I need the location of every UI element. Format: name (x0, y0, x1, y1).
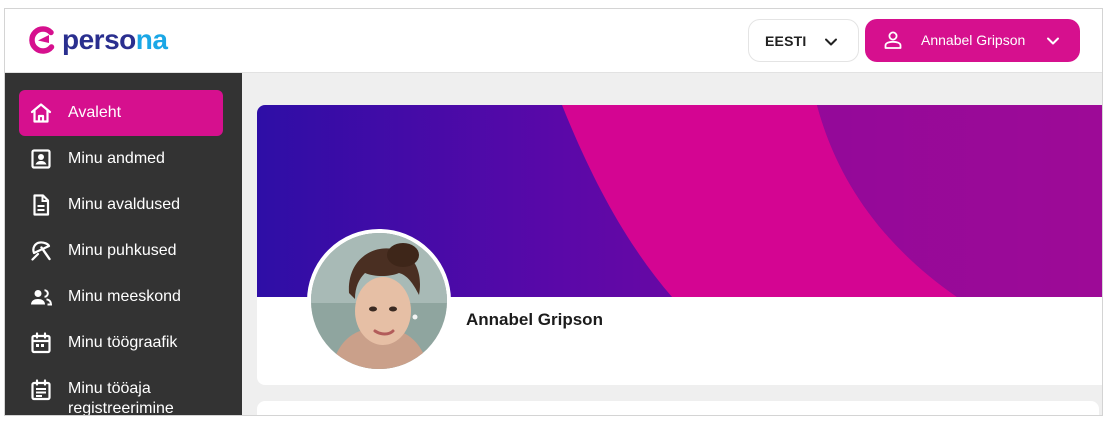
top-header: persona EESTI Annabel Gripson (5, 9, 1102, 73)
sidebar-item-label: Minu meeskond (68, 288, 181, 305)
team-icon (31, 289, 53, 306)
sidebar-item-label: Minu avaldused (68, 196, 181, 213)
brand-name-part2: na (135, 24, 168, 55)
sidebar-item-minu-toograafik[interactable]: Minu töögraafik (19, 320, 223, 366)
chevron-down-icon (825, 38, 837, 46)
profile-photo (307, 229, 451, 373)
sidebar-item-label: Avaleht (68, 104, 122, 121)
profile-card-icon (31, 149, 51, 169)
home-icon (30, 103, 52, 123)
sidebar-item-minu-meeskond[interactable]: Minu meeskond (19, 274, 223, 320)
sidebar-item-label-line2: registreerimine (68, 400, 174, 416)
beach-umbrella-icon (31, 241, 51, 261)
app-window: persona EESTI Annabel Gripson Avaleht Mi… (4, 8, 1103, 416)
content-card (257, 401, 1099, 415)
chevron-down-icon (1047, 37, 1059, 45)
sidebar-item-minu-puhkused[interactable]: Minu puhkused (19, 228, 223, 274)
persona-logo-icon (29, 26, 55, 54)
document-icon (33, 194, 50, 216)
sidebar: Avaleht Minu andmed Minu avaldused Minu … (5, 73, 242, 416)
sidebar-item-avaleht[interactable]: Avaleht (19, 90, 223, 136)
sidebar-item-label-line1: Minu tööaja (68, 380, 151, 397)
sidebar-item-label: Minu andmed (68, 150, 165, 167)
language-label: EESTI (765, 32, 807, 49)
profile-name: Annabel Gripson (466, 310, 603, 329)
time-registration-icon (31, 379, 51, 401)
brand-name: persona (62, 24, 168, 55)
calendar-icon (31, 332, 51, 354)
sidebar-item-minu-avaldused[interactable]: Minu avaldused (19, 182, 223, 228)
sidebar-item-minu-andmed[interactable]: Minu andmed (19, 136, 223, 182)
user-icon (884, 31, 902, 49)
brand-name-part1: perso (62, 24, 136, 55)
persona-logo[interactable]: persona (29, 24, 168, 56)
sidebar-item-label: Minu puhkused (68, 242, 177, 259)
sidebar-item-minu-tooaja-registreerimine[interactable]: Minu tööaja registreerimine (19, 366, 223, 416)
profile-photo-image (311, 233, 447, 369)
language-selector[interactable]: EESTI (748, 19, 859, 62)
sidebar-item-label: Minu töögraafik (68, 334, 178, 351)
user-menu-button[interactable]: Annabel Gripson (865, 19, 1080, 62)
profile-hero-card: Annabel Gripson (257, 105, 1102, 385)
user-name: Annabel Gripson (921, 32, 1026, 48)
